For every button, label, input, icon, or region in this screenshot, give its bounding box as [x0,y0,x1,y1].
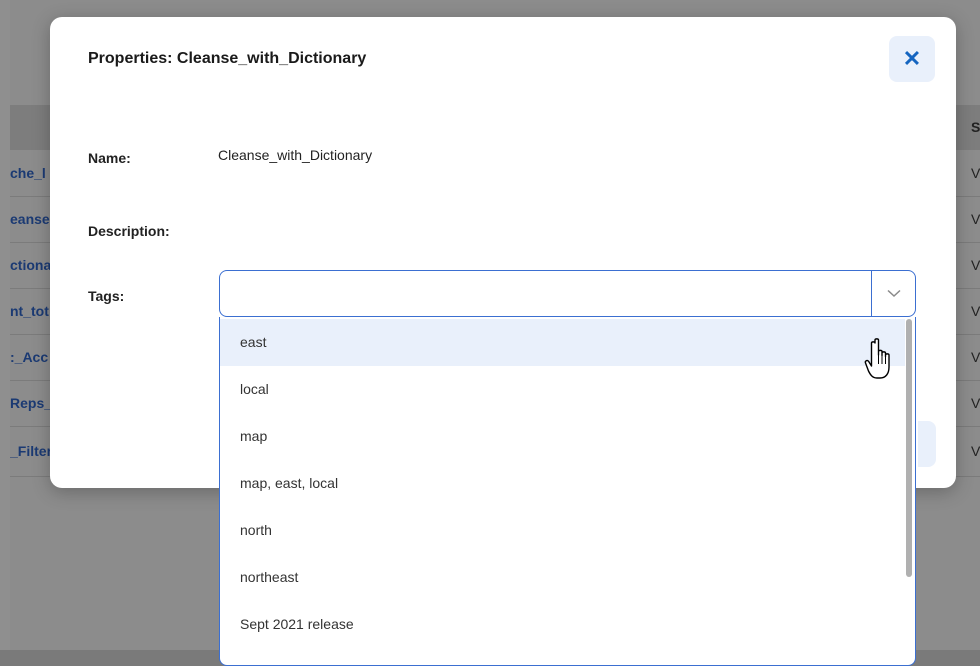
chevron-down-icon [886,289,901,298]
row-status: V [971,349,980,365]
option-east[interactable]: east [220,319,905,366]
close-button[interactable]: ✕ [889,36,935,82]
footer-button-partial[interactable] [918,421,936,467]
dropdown-scrollbar[interactable] [906,319,912,577]
dropdown-toggle-button[interactable] [872,271,915,316]
row-status: V [971,257,980,273]
row-name-link[interactable]: che_l [10,150,46,196]
tags-dropdown-list[interactable]: east local map map, east, local north no… [219,317,916,666]
option-sept-2021-release[interactable]: Sept 2021 release [220,601,905,648]
option-northeast[interactable]: northeast [220,554,905,601]
tags-label: Tags: [88,288,125,304]
hand-pointer-icon [864,338,890,379]
row-name-link[interactable]: eanse [10,196,50,242]
name-value: Cleanse_with_Dictionary [218,147,373,163]
row-status: V [971,211,980,227]
option-local[interactable]: local [220,366,905,413]
row-name-link[interactable]: ctiona [10,242,51,288]
row-status: V [971,303,980,319]
description-label: Description: [88,223,170,239]
row-status: V [971,443,980,459]
option-map[interactable]: map [220,413,905,460]
dialog-title: Properties: Cleanse_with_Dictionary [88,50,367,67]
option-north[interactable]: north [220,507,905,554]
row-name-link[interactable]: :_Acc [10,334,48,380]
row-name-link[interactable]: Reps_ [10,380,52,426]
option-map-east-local[interactable]: map, east, local [220,460,905,507]
name-label: Name: [88,150,131,166]
row-status: V [971,165,980,181]
close-icon: ✕ [902,46,922,71]
tags-select[interactable] [219,270,916,317]
tags-input[interactable] [220,271,870,316]
row-status: V [971,395,980,411]
row-name-link[interactable]: nt_tot [10,288,49,334]
header-column-label: S [971,119,980,135]
option-swdev[interactable]: SWDev [220,648,905,665]
